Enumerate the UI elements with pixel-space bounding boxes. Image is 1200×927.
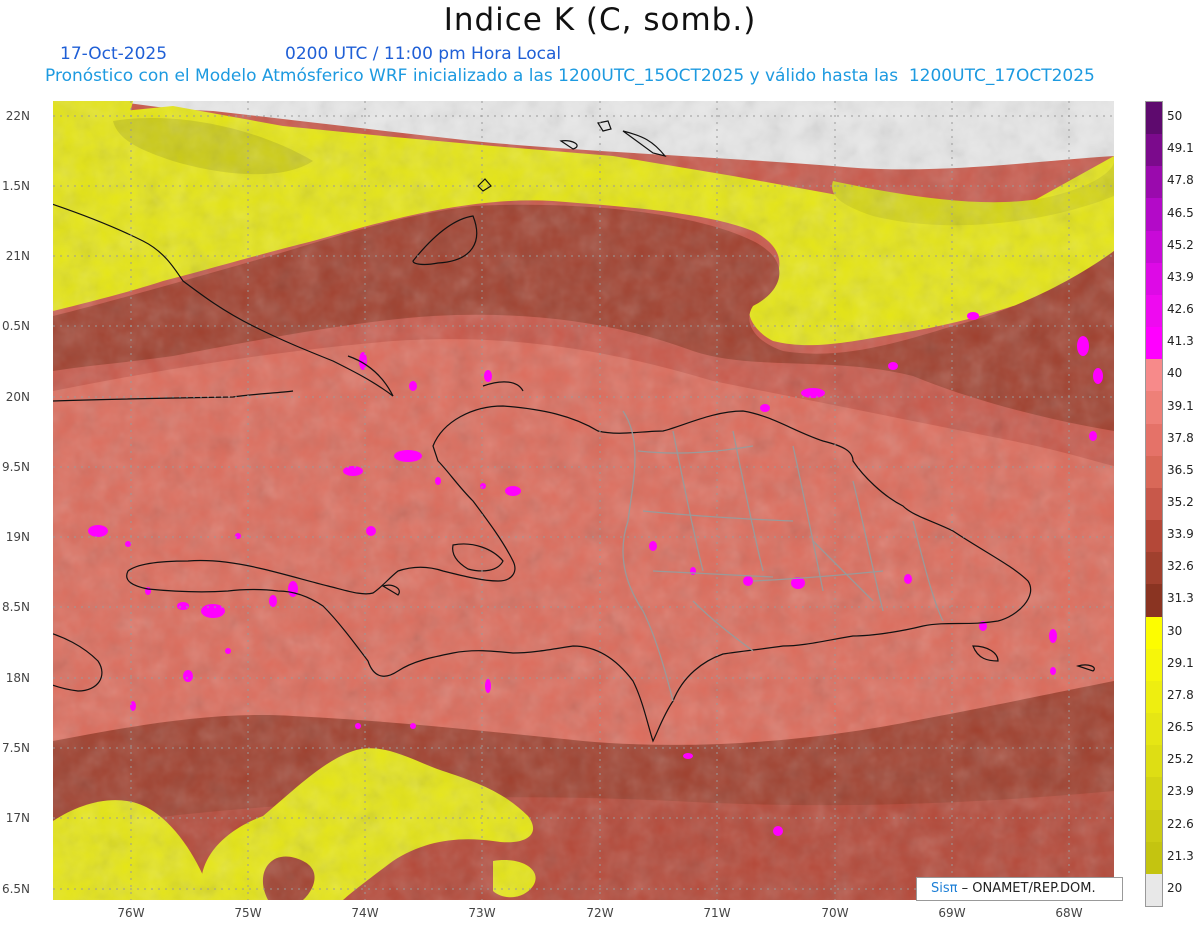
colorbar-label: 20 (1167, 880, 1183, 895)
lon-label: 73W (468, 906, 496, 920)
map-title: Indice K (C, somb.) (443, 2, 757, 38)
colorbar-label: 22.6 (1167, 816, 1194, 831)
lat-label: 17N (5, 811, 30, 825)
lat-label: 21N (5, 249, 30, 263)
lat-label: 0.5N (1, 319, 30, 333)
colorbar-segment (1146, 166, 1162, 199)
lon-label: 70W (821, 906, 849, 920)
lon-label: 76W (117, 906, 145, 920)
colorbar-label: 29.1 (1167, 655, 1194, 670)
lat-label: 1.5N (1, 179, 30, 193)
colorbar-segment (1146, 102, 1162, 135)
colorbar-label: 40 (1167, 366, 1183, 381)
colorbar-segment (1146, 423, 1162, 457)
colorbar-segment (1146, 230, 1162, 264)
colorbar-label: 30 (1167, 623, 1183, 638)
onamet-text: – ONAMET/REP.DOM. (957, 881, 1096, 896)
colorbar-segment (1146, 584, 1162, 618)
colorbar-label: 39.1 (1167, 398, 1194, 413)
colorbar-label: 35.2 (1167, 495, 1194, 509)
colorbar-segment (1146, 841, 1162, 875)
colorbar-label: 50 (1167, 109, 1183, 124)
colorbar-segment (1146, 359, 1162, 392)
lon-label: 72W (586, 906, 614, 920)
colorbar-segment (1146, 713, 1162, 746)
colorbar-label: 25.2 (1167, 752, 1194, 767)
lat-label: 9.5N (1, 460, 30, 474)
lon-label: 68W (1055, 906, 1083, 920)
date-label: 17-Oct-2025 (60, 44, 168, 64)
colorbar-segment (1146, 648, 1162, 682)
sis-logo-text: Sisπ (931, 881, 958, 896)
lat-label: 7.5N (1, 741, 30, 755)
colorbar-label: 43.9 (1167, 269, 1194, 284)
colorbar-label: 26.5 (1167, 720, 1194, 735)
lon-label: 69W (938, 906, 966, 920)
colorbar-segment (1146, 873, 1162, 907)
texture-overlay (53, 101, 1114, 900)
colorbar-segment (1146, 616, 1162, 650)
colorbar-label: 36.5 (1167, 462, 1194, 477)
forecast-date: 17-Oct-2025 0200 UTC / 11:00 pm Hora Loca… (60, 44, 561, 64)
colorbar-label: 31.3 (1167, 591, 1194, 606)
colorbar-segment (1146, 745, 1162, 778)
colorbar-label: 37.8 (1167, 430, 1194, 445)
lat-label: 18N (5, 671, 30, 685)
colorbar-label: 32.6 (1167, 559, 1194, 574)
lat-label: 20N (5, 390, 30, 404)
lat-label: 6.5N (1, 882, 30, 896)
colorbar (1145, 101, 1163, 907)
colorbar-label: 23.9 (1167, 784, 1194, 799)
colorbar-segment (1146, 294, 1162, 328)
colorbar-segment (1146, 520, 1162, 553)
lon-label: 74W (351, 906, 379, 920)
time-label: 0200 UTC / 11:00 pm Hora Local (285, 44, 562, 64)
colorbar-segment (1146, 552, 1162, 585)
colorbar-segment (1146, 198, 1162, 232)
colorbar-segment (1146, 777, 1162, 811)
colorbar-segment (1146, 809, 1162, 843)
lat-label: 19N (5, 530, 30, 544)
colorbar-segment (1146, 487, 1162, 521)
colorbar-segment (1146, 262, 1162, 296)
onamet-logo: Sisπ – ONAMET/REP.DOM. (916, 877, 1123, 901)
colorbar-segment (1146, 680, 1162, 714)
colorbar-segment (1146, 391, 1162, 425)
lat-label: 22N (5, 109, 30, 123)
colorbar-label: 47.8 (1167, 173, 1194, 188)
model-run-info: Pronóstico con el Modelo Atmósferico WRF… (45, 66, 1095, 86)
colorbar-label: 49.1 (1167, 141, 1194, 156)
colorbar-segment (1146, 455, 1162, 489)
lat-label: 8.5N (1, 600, 30, 614)
colorbar-label: 33.9 (1167, 527, 1194, 542)
colorbar-label: 21.3 (1167, 848, 1194, 863)
map-svg (53, 101, 1114, 900)
colorbar-label: 42.6 (1167, 302, 1194, 317)
colorbar-label: 45.2 (1167, 237, 1194, 252)
colorbar-segment (1146, 134, 1162, 167)
colorbar-label: 46.5 (1167, 205, 1194, 220)
k-index-map (53, 101, 1114, 900)
colorbar-label: 27.8 (1167, 687, 1194, 702)
lon-label: 71W (703, 906, 731, 920)
lon-label: 75W (234, 906, 262, 920)
colorbar-label: 41.3 (1167, 334, 1194, 349)
colorbar-segment (1146, 327, 1162, 360)
